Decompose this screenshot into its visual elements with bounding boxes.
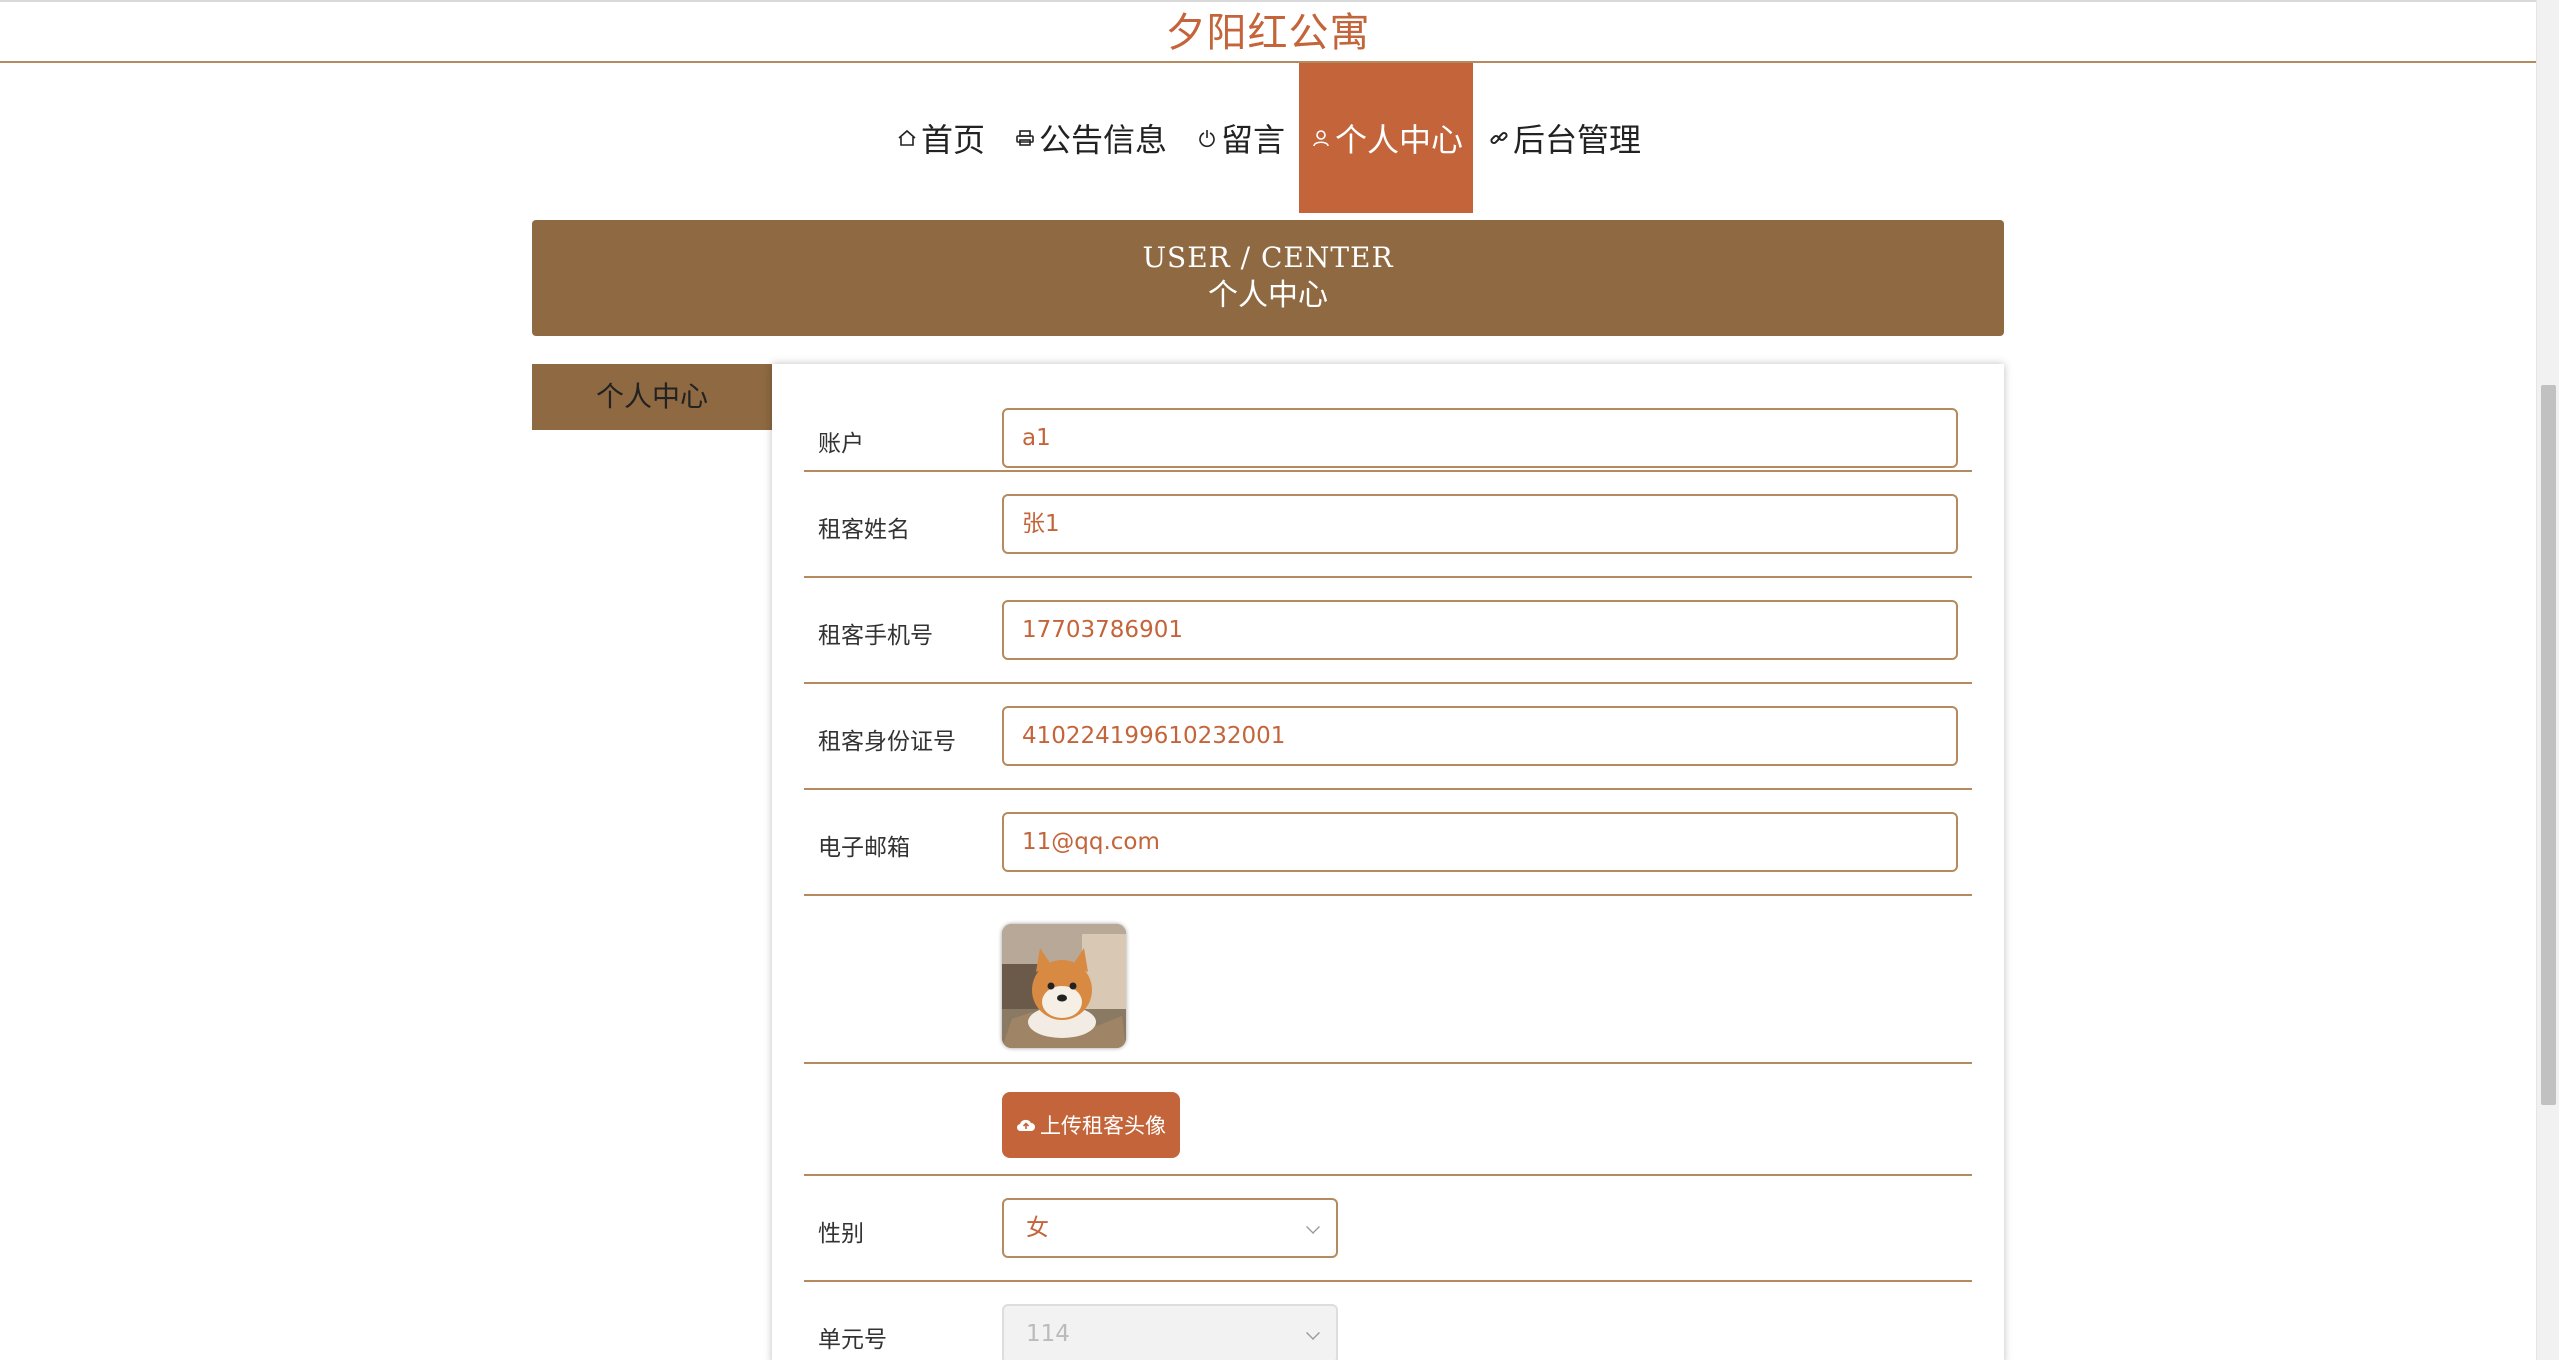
email-input[interactable]: 11@qq.com	[1002, 812, 1958, 872]
upload-avatar-label: 上传租客头像	[1040, 1114, 1166, 1138]
upload-avatar-button[interactable]: 上传租客头像	[1002, 1092, 1180, 1158]
unit-label: 单元号	[818, 1327, 887, 1353]
id-card-label: 租客身份证号	[818, 729, 956, 755]
nav-item-admin[interactable]: 后台管理	[1473, 63, 1655, 213]
form-row-gender: 性别 女	[804, 1176, 1972, 1282]
user-icon	[1309, 126, 1333, 150]
cloud-upload-icon	[1016, 1119, 1035, 1132]
banner-title-en: USER / CENTER	[1142, 241, 1394, 274]
name-label: 租客姓名	[818, 517, 910, 543]
chevron-down-icon	[1306, 1326, 1320, 1340]
form-row-unit: 单元号 114	[804, 1282, 1972, 1360]
form-row-upload: 上传租客头像	[804, 1064, 1972, 1176]
nav-item-user-center[interactable]: 个人中心	[1299, 63, 1474, 213]
nav-label-home: 首页	[920, 121, 985, 159]
unit-value: 114	[1026, 1321, 1070, 1347]
form-row-name: 租客姓名 张1	[804, 472, 1972, 578]
id-card-input[interactable]: 410224199610232001	[1002, 706, 1958, 766]
phone-input[interactable]: 17703786901	[1002, 600, 1958, 660]
link-icon	[1487, 126, 1511, 150]
profile-form-panel: 账户 a1 租客姓名 张1 租客手机号 17703786901 租客身份证号 4…	[772, 364, 2004, 1360]
phone-label: 租客手机号	[818, 623, 933, 649]
gender-label: 性别	[818, 1221, 864, 1247]
scrollbar-thumb[interactable]	[2541, 385, 2556, 1105]
top-title-bar: 夕阳红公寓	[0, 0, 2536, 63]
nav-item-home[interactable]: 首页	[881, 63, 999, 213]
site-title: 夕阳红公寓	[1165, 10, 1371, 56]
page-scrollbar[interactable]	[2536, 0, 2559, 1360]
home-icon	[895, 126, 919, 150]
printer-icon	[1013, 126, 1037, 150]
power-icon	[1195, 126, 1219, 150]
form-row-account: 账户 a1	[804, 408, 1972, 472]
form-row-phone: 租客手机号 17703786901	[804, 578, 1972, 684]
chevron-down-icon	[1306, 1220, 1320, 1234]
nav-label-messages: 留言	[1220, 121, 1285, 159]
gender-select[interactable]: 女	[1002, 1198, 1338, 1258]
nav-item-notices[interactable]: 公告信息	[999, 63, 1181, 213]
email-label: 电子邮箱	[818, 835, 910, 861]
account-input[interactable]: a1	[1002, 408, 1958, 468]
form-row-id-card: 租客身份证号 410224199610232001	[804, 684, 1972, 790]
name-input[interactable]: 张1	[1002, 494, 1958, 554]
form-row-email: 电子邮箱 11@qq.com	[804, 790, 1972, 896]
nav-label-admin: 后台管理	[1513, 121, 1642, 159]
side-menu-item-user-center[interactable]: 个人中心	[532, 364, 772, 430]
avatar-image	[1002, 924, 1126, 1048]
page-banner: USER / CENTER 个人中心	[532, 220, 2004, 336]
nav-label-notices: 公告信息	[1038, 121, 1167, 159]
account-label: 账户	[818, 431, 864, 457]
banner-title-cn: 个人中心	[1208, 278, 1328, 313]
main-nav: 首页 公告信息 留言 个人中心 后台管理	[0, 63, 2536, 213]
form-row-avatar	[804, 896, 1972, 1064]
nav-item-messages[interactable]: 留言	[1181, 63, 1299, 213]
nav-label-user-center: 个人中心	[1335, 121, 1464, 159]
unit-select[interactable]: 114	[1002, 1304, 1338, 1360]
gender-value: 女	[1026, 1215, 1049, 1241]
